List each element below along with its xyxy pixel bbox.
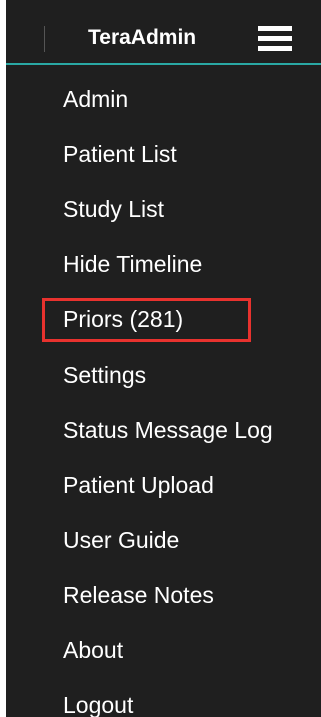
menu-item-settings[interactable]: Settings [63, 358, 146, 392]
menu-item-hide-timeline[interactable]: Hide Timeline [63, 247, 202, 281]
menu-item-patient-upload[interactable]: Patient Upload [63, 468, 214, 502]
menu-header: TeraAdmin [6, 0, 321, 64]
header-accent-line [6, 63, 321, 65]
menu-item-status-message-log[interactable]: Status Message Log [63, 413, 273, 447]
menu-item-study-list[interactable]: Study List [63, 192, 164, 226]
menu-item-patient-list[interactable]: Patient List [63, 137, 177, 171]
hamburger-icon[interactable] [258, 26, 292, 52]
menu-item-admin[interactable]: Admin [63, 82, 128, 116]
menu-item-release-notes[interactable]: Release Notes [63, 578, 214, 612]
menu-item-logout[interactable]: Logout [63, 688, 133, 717]
menu-item-about[interactable]: About [63, 633, 123, 667]
navigation-menu-panel: TeraAdmin Admin Patient List Study List … [6, 0, 321, 717]
header-divider [44, 26, 45, 52]
username-label[interactable]: TeraAdmin [88, 24, 196, 52]
menu-item-user-guide[interactable]: User Guide [63, 523, 179, 557]
menu-item-priors[interactable]: Priors (281) [63, 302, 183, 336]
